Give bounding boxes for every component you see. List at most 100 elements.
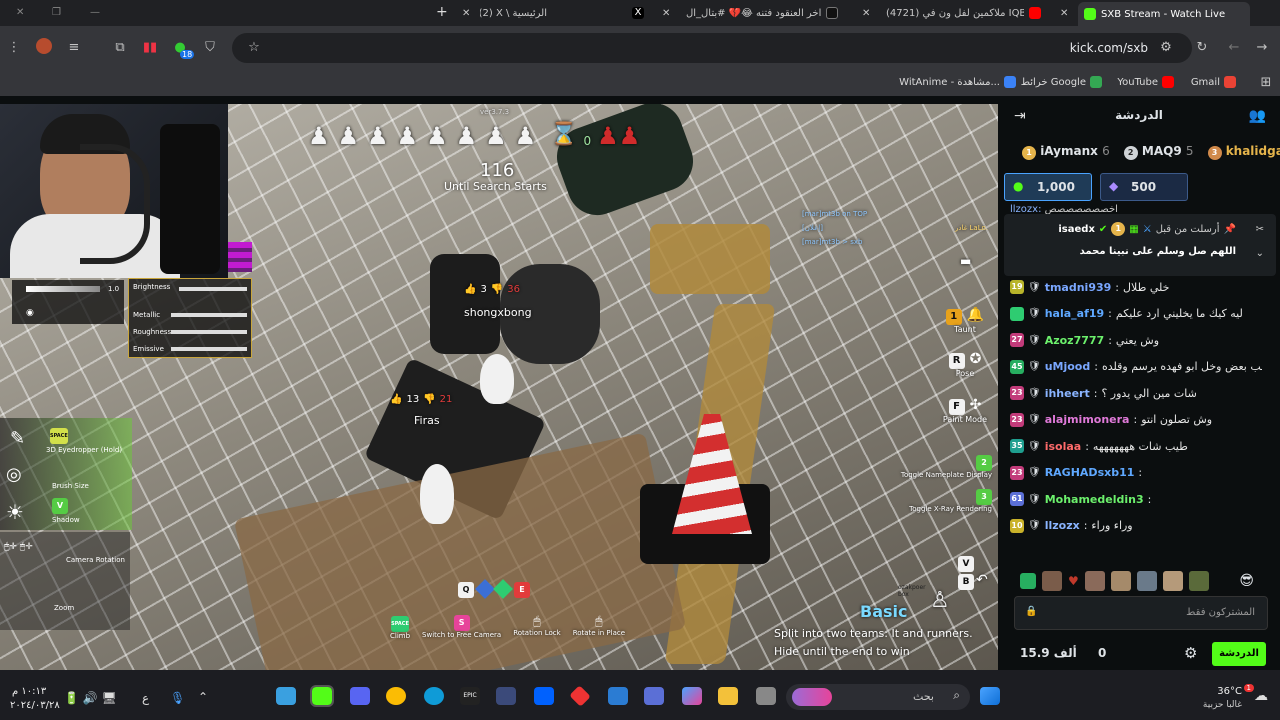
- pose-action[interactable]: R ✪ Pose: [938, 348, 992, 388]
- emote-icon[interactable]: [1042, 571, 1062, 591]
- users-icon[interactable]: 👥: [1249, 108, 1266, 124]
- reading-list-icon[interactable]: ≡: [64, 38, 84, 58]
- bookmark-witanime[interactable]: WitAnime - مشاهدة...: [899, 76, 1016, 88]
- chat-username[interactable]: Azoz7777: [1045, 334, 1105, 347]
- bookmark-star-icon[interactable]: ☆: [244, 38, 264, 58]
- chat-input[interactable]: 🔒 المشتركون فقط: [1014, 596, 1268, 630]
- color-swatches[interactable]: [224, 242, 252, 272]
- new-tab-button[interactable]: +: [430, 3, 454, 21]
- extension-icon[interactable]: ▮▮: [140, 38, 160, 58]
- leaderboard-entry-2[interactable]: 2 MAQ9 5: [1123, 144, 1194, 160]
- chat-username[interactable]: hala_af19: [1045, 307, 1104, 320]
- key-e[interactable]: E: [514, 582, 530, 598]
- store-icon[interactable]: [644, 687, 664, 705]
- pinned-message[interactable]: ✂ isaedx ✔ 1 ▦ ⚔ أرسلت من قبل 📌 اللهم صل…: [1004, 214, 1276, 276]
- goal-500[interactable]: ◆ 500: [1100, 173, 1188, 201]
- shield-icon[interactable]: ⛉: [200, 38, 220, 58]
- dropbox-icon[interactable]: [534, 687, 554, 705]
- emote-icon[interactable]: [1136, 571, 1157, 591]
- sun-icon[interactable]: ☀: [6, 500, 24, 524]
- telegram-icon[interactable]: [276, 687, 296, 705]
- goal-1000[interactable]: ● 1,000: [1004, 173, 1092, 201]
- weather-temp[interactable]: 36°C: [1217, 686, 1242, 697]
- key-q[interactable]: Q: [458, 582, 474, 598]
- roughness-slider[interactable]: [171, 330, 247, 334]
- discord-icon[interactable]: [350, 687, 370, 705]
- emote-icon[interactable]: [1084, 571, 1105, 591]
- metallic-slider[interactable]: [171, 313, 247, 317]
- expand-chevron-icon[interactable]: ⌄: [1256, 248, 1264, 259]
- close-tab-icon[interactable]: ✕: [662, 4, 670, 22]
- leaderboard-entry-1[interactable]: 1 iAymanx 6: [1022, 144, 1110, 160]
- menu-kebab-icon[interactable]: ⋮: [4, 38, 24, 58]
- copilot-icon[interactable]: [682, 687, 702, 705]
- taunt-action[interactable]: 1 🔔 Taunt: [938, 304, 992, 340]
- green-diamond-icon[interactable]: [493, 579, 513, 599]
- chrome-icon[interactable]: [386, 687, 406, 705]
- chat-username[interactable]: RAGHADsxb11: [1045, 466, 1135, 479]
- extensions-puzzle-icon[interactable]: ⧉: [110, 38, 130, 58]
- paint-mode-action[interactable]: F ✣ Paint Mode: [938, 394, 992, 434]
- apps-grid-icon[interactable]: ⊞: [1256, 73, 1276, 93]
- forward-icon[interactable]: ←: [1224, 38, 1244, 58]
- settings-gear-icon[interactable]: ⚙: [1184, 644, 1197, 662]
- window-minimize-icon[interactable]: —: [84, 3, 106, 21]
- tab-x-home[interactable]: (2) X \ الرئيسية X: [480, 4, 650, 22]
- emote-icon[interactable]: [1188, 571, 1209, 591]
- file-explorer-icon[interactable]: [718, 687, 738, 705]
- emote-icon[interactable]: ♥: [1068, 574, 1079, 588]
- language-indicator[interactable]: ع: [142, 691, 149, 705]
- tray-chevron-icon[interactable]: ⌃: [198, 690, 208, 704]
- url-text[interactable]: kick.com/sxb: [1070, 41, 1148, 55]
- unpin-icon[interactable]: ✂: [1256, 224, 1264, 235]
- tab-kick-stream[interactable]: SXB Stream - Watch Live on: [1078, 2, 1250, 26]
- diamond-icon[interactable]: [475, 579, 495, 599]
- app-icon[interactable]: [496, 687, 516, 705]
- address-bar[interactable]: ☆ ⚙ kick.com/sxb: [232, 33, 1192, 63]
- close-tab-icon[interactable]: ✕: [862, 4, 870, 22]
- chat-username[interactable]: llzozx: [1045, 519, 1080, 532]
- bookmark-youtube[interactable]: YouTube: [1117, 76, 1174, 88]
- profile-avatar-icon[interactable]: [36, 38, 52, 54]
- tab-tiktok-video[interactable]: اخر العنقود فتنه 😂💔 #بتال_ال: [680, 4, 850, 22]
- brush-size-icon[interactable]: ◎: [6, 464, 22, 485]
- chat-username[interactable]: tmadni939: [1045, 281, 1112, 294]
- taskbar-search[interactable]: بحث ⌕: [786, 684, 970, 710]
- clock-time[interactable]: ١٠:١٣ م: [12, 686, 46, 697]
- bookmark-google-maps[interactable]: خرائط Google: [1021, 76, 1102, 88]
- outlook-icon[interactable]: [608, 687, 628, 705]
- app-red-diamond-icon[interactable]: [569, 685, 591, 707]
- emote-icon[interactable]: [1110, 571, 1131, 591]
- emissive-slider[interactable]: [171, 347, 247, 351]
- kick-app-icon[interactable]: [310, 685, 334, 707]
- hud-slider-bar[interactable]: [26, 286, 100, 292]
- eyedropper-icon[interactable]: ✎: [10, 428, 25, 449]
- emote-icon[interactable]: [1162, 571, 1183, 591]
- emote-icon[interactable]: [1020, 573, 1036, 589]
- chat-username[interactable]: ihheert: [1045, 387, 1090, 400]
- send-chat-button[interactable]: الدردشة: [1212, 642, 1266, 666]
- edge-icon[interactable]: [424, 687, 444, 705]
- toggle-nameplate[interactable]: 2 Toggle Nameplate Display: [900, 450, 992, 479]
- sunglasses-emote-icon[interactable]: 😎: [1239, 573, 1254, 589]
- back-icon[interactable]: →: [1252, 38, 1272, 58]
- chat-username[interactable]: isolaa: [1045, 440, 1082, 453]
- window-close-icon[interactable]: ✕: [10, 3, 30, 21]
- chat-username[interactable]: Mohamedeldin3: [1045, 493, 1144, 506]
- window-restore-icon[interactable]: ❐: [46, 3, 67, 21]
- bookmark-gmail[interactable]: Gmail: [1191, 76, 1236, 88]
- chat-username[interactable]: alajmimonera: [1045, 413, 1130, 426]
- site-settings-icon[interactable]: ⚙: [1156, 38, 1176, 58]
- app-icon[interactable]: [756, 687, 776, 705]
- tab-youtube-video[interactable]: (4721) ملاكمين لفل ون في IQB: [880, 4, 1050, 22]
- close-tab-icon[interactable]: ✕: [1060, 4, 1068, 22]
- epic-games-icon[interactable]: EPIC: [460, 687, 480, 705]
- chat-username[interactable]: uMjood: [1045, 360, 1091, 373]
- close-tab-icon[interactable]: ✕: [462, 4, 470, 22]
- leaderboard-entry-3[interactable]: 3 khalidgar: [1207, 144, 1280, 160]
- system-tray-icons[interactable]: 🔋 🔊 🖥: [64, 691, 117, 705]
- toggle-xray[interactable]: 3 Toggle X-Ray Rendering: [900, 484, 992, 513]
- start-windows-icon[interactable]: [980, 687, 1000, 705]
- clock-date[interactable]: ٢٠٢٤/٠٣/٢٨: [10, 700, 60, 711]
- mic-icon[interactable]: 🎙: [170, 691, 185, 705]
